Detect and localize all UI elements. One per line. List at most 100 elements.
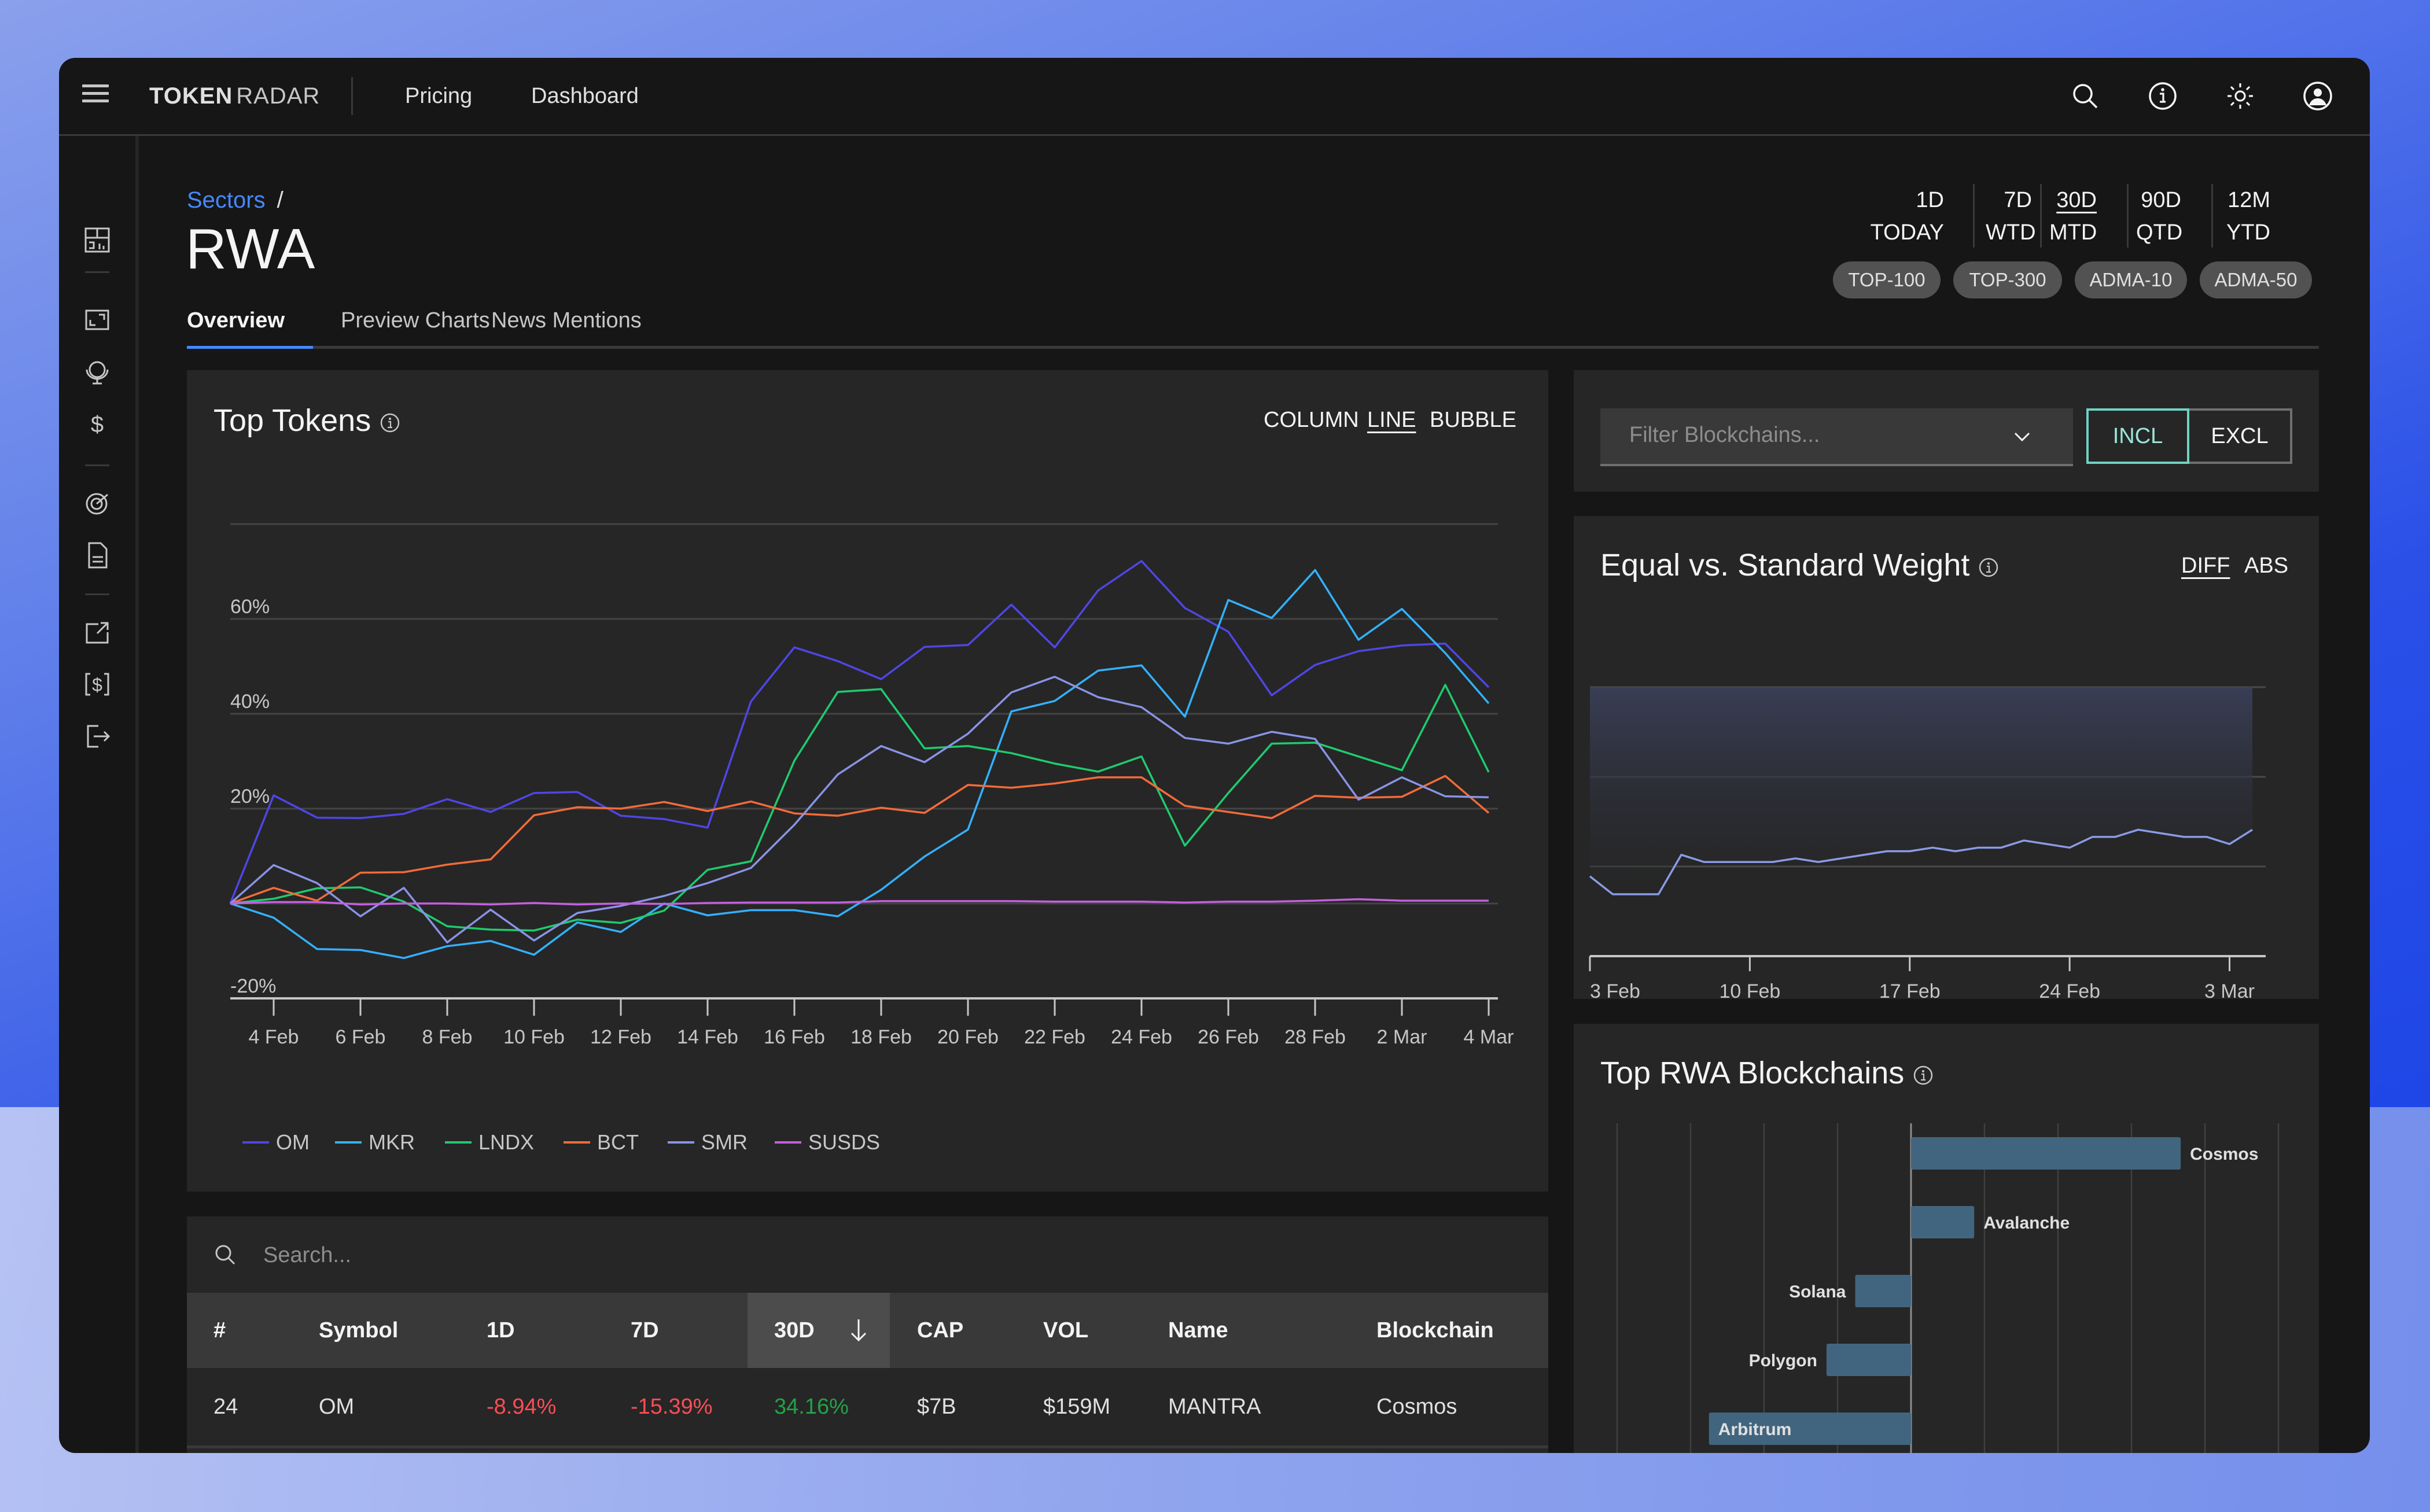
range-today-label: TODAY — [1870, 220, 1944, 245]
range-30d-label: 30D — [2056, 188, 2097, 212]
sidebar: $ $ — [59, 136, 139, 1453]
nav-link-dashboard[interactable]: Dashboard — [531, 81, 639, 111]
tab-overview[interactable]: Overview — [187, 305, 285, 335]
x-tick-label: 10 Feb — [503, 1026, 565, 1048]
bar-polygon — [1826, 1344, 1911, 1376]
column-header-1d[interactable]: 1D — [487, 1293, 515, 1368]
bar-label-solana: Solana — [1789, 1282, 1846, 1301]
range-90d[interactable]: 90D QTD — [2136, 184, 2183, 249]
top-tokens-line-chart: -20% 20% 40% 60% 4 Feb 6 Feb 8 Feb 10 Feb 12 Fe… — [229, 523, 1514, 1154]
x-tick-label: 18 Feb — [851, 1026, 912, 1048]
table-search-input[interactable] — [262, 1237, 1074, 1273]
svg-text:$: $ — [91, 412, 104, 437]
range-ytd-label: YTD — [2226, 220, 2270, 245]
external-link-icon[interactable] — [81, 616, 113, 648]
hamburger-menu-icon[interactable] — [82, 84, 109, 108]
search-icon — [215, 1245, 235, 1265]
x-tick-label: 4 Mar — [1464, 1026, 1514, 1048]
filter-blockchains-dropdown[interactable]: Filter Blockchains... — [1600, 408, 2073, 466]
x-tick-label: 8 Feb — [422, 1026, 473, 1048]
range-1d[interactable]: 1D TODAY — [1870, 184, 1944, 249]
pill-top-300[interactable]: TOP-300 — [1953, 261, 2062, 298]
range-90d-label: 90D — [2141, 188, 2181, 212]
x-tick-label: 6 Feb — [336, 1026, 386, 1048]
column-header-symbol[interactable]: Symbol — [319, 1293, 398, 1368]
bracket-dollar-icon[interactable]: $ — [81, 668, 113, 700]
document-icon[interactable] — [81, 539, 113, 571]
top-navigation: TOKEN RADAR Pricing Dashboard — [59, 58, 2370, 136]
blockchain-filter-panel: Filter Blockchains... INCL EXCL — [1574, 370, 2319, 492]
tab-news-mentions[interactable]: News Mentions — [491, 305, 642, 335]
range-12m[interactable]: 12M YTD — [2223, 184, 2270, 249]
target-radar-icon[interactable] — [81, 486, 113, 519]
x-tick-label: 14 Feb — [677, 1026, 738, 1048]
bar-solana — [1855, 1275, 1911, 1307]
filter-placeholder: Filter Blockchains... — [1629, 423, 1820, 447]
range-wtd-label: WTD — [1986, 220, 2036, 245]
pill-adma-10[interactable]: ADMA-10 — [2075, 261, 2187, 298]
x-tick-label: 12 Feb — [590, 1026, 651, 1048]
globe-icon[interactable] — [81, 356, 113, 388]
series-line-mkr — [230, 569, 1490, 960]
column-header-name[interactable]: Name — [1168, 1293, 1228, 1368]
tab-preview-charts[interactable]: Preview Charts — [341, 305, 490, 335]
x-tick-label: 24 Feb — [1111, 1026, 1172, 1048]
nav-link-pricing[interactable]: Pricing — [405, 81, 472, 111]
series-line-om — [229, 560, 1490, 904]
y-tick-label: 20% — [230, 785, 270, 807]
info-icon[interactable] — [2145, 79, 2180, 113]
svg-text:$: $ — [92, 674, 102, 695]
tokens-table-card: # Symbol 1D 7D 30D CAP VOL Name Blockcha… — [187, 1216, 1548, 1453]
user-avatar-icon[interactable] — [2300, 79, 2335, 113]
column-header-30d[interactable]: 30D — [748, 1293, 890, 1368]
breadcrumb-sectors-link[interactable]: Sectors — [187, 187, 266, 213]
series-line-bct — [230, 775, 1490, 905]
table-row[interactable]: 24 OM -8.94% -15.39% 34.16% $7B $159M MA… — [187, 1368, 1548, 1448]
x-tick-label: 22 Feb — [1024, 1026, 1085, 1048]
range-30d[interactable]: 30D MTD — [2049, 184, 2097, 249]
bar-avalanche — [1911, 1206, 1975, 1238]
cell-cap: $7B — [917, 1395, 956, 1419]
cell-rank: 24 — [213, 1395, 238, 1419]
pill-top-100[interactable]: TOP-100 — [1833, 261, 1941, 298]
legend-label-lndx: LNDX — [478, 1130, 534, 1154]
range-7d-label: 7D — [2004, 188, 2032, 212]
range-qtd-label: QTD — [2136, 220, 2183, 245]
x-tick-label: 2 Mar — [1377, 1026, 1427, 1048]
column-header-blockchain[interactable]: Blockchain — [1376, 1293, 1494, 1368]
sidebar-separator — [85, 593, 109, 595]
cell-30d: 34.16% — [774, 1395, 849, 1419]
chevron-down-icon — [2014, 432, 2030, 442]
column-header-7d[interactable]: 7D — [631, 1293, 659, 1368]
dollar-icon[interactable]: $ — [81, 408, 113, 440]
pill-adma-50[interactable]: ADMA-50 — [2200, 261, 2312, 298]
sort-descending-icon — [851, 1319, 867, 1342]
dashboard-chart-icon[interactable] — [81, 224, 113, 256]
cell-1d: -8.94% — [487, 1395, 557, 1419]
column-header-vol[interactable]: VOL — [1043, 1293, 1088, 1368]
range-12m-label: 12M — [2228, 188, 2270, 212]
equal-vs-standard-card: Equal vs. Standard Weight DIFF ABS 3 Feb… — [1574, 516, 2319, 999]
range-divider — [1973, 184, 1975, 248]
bar-label-polygon: Polygon — [1749, 1351, 1817, 1370]
excl-toggle[interactable]: EXCL — [2189, 408, 2292, 464]
range-7d[interactable]: 7D WTD — [1986, 184, 2036, 249]
column-header-rank[interactable]: # — [213, 1293, 226, 1368]
breadcrumb-separator: / — [277, 187, 284, 213]
x-tick-label: 3 Mar — [2204, 980, 2255, 999]
brand-bold: TOKEN — [149, 83, 233, 109]
brand-logo[interactable]: TOKEN RADAR — [149, 80, 320, 112]
column-header-cap[interactable]: CAP — [917, 1293, 963, 1368]
active-tab-indicator — [187, 346, 313, 349]
x-tick-label: 10 Feb — [1719, 980, 1780, 999]
x-tick-label: 26 Feb — [1198, 1026, 1259, 1048]
area-fill — [1590, 687, 2252, 895]
theme-sun-icon[interactable] — [2223, 79, 2258, 113]
column-header-30d-label: 30D — [774, 1318, 815, 1343]
app-window: TOKEN RADAR Pricing Dashboard $ $ Sector… — [59, 58, 2370, 1453]
incl-toggle[interactable]: INCL — [2086, 408, 2189, 464]
logout-icon[interactable] — [81, 720, 113, 753]
search-icon[interactable] — [2068, 79, 2103, 113]
cell-vol: $159M — [1043, 1395, 1111, 1419]
expand-frame-icon[interactable] — [81, 304, 113, 336]
